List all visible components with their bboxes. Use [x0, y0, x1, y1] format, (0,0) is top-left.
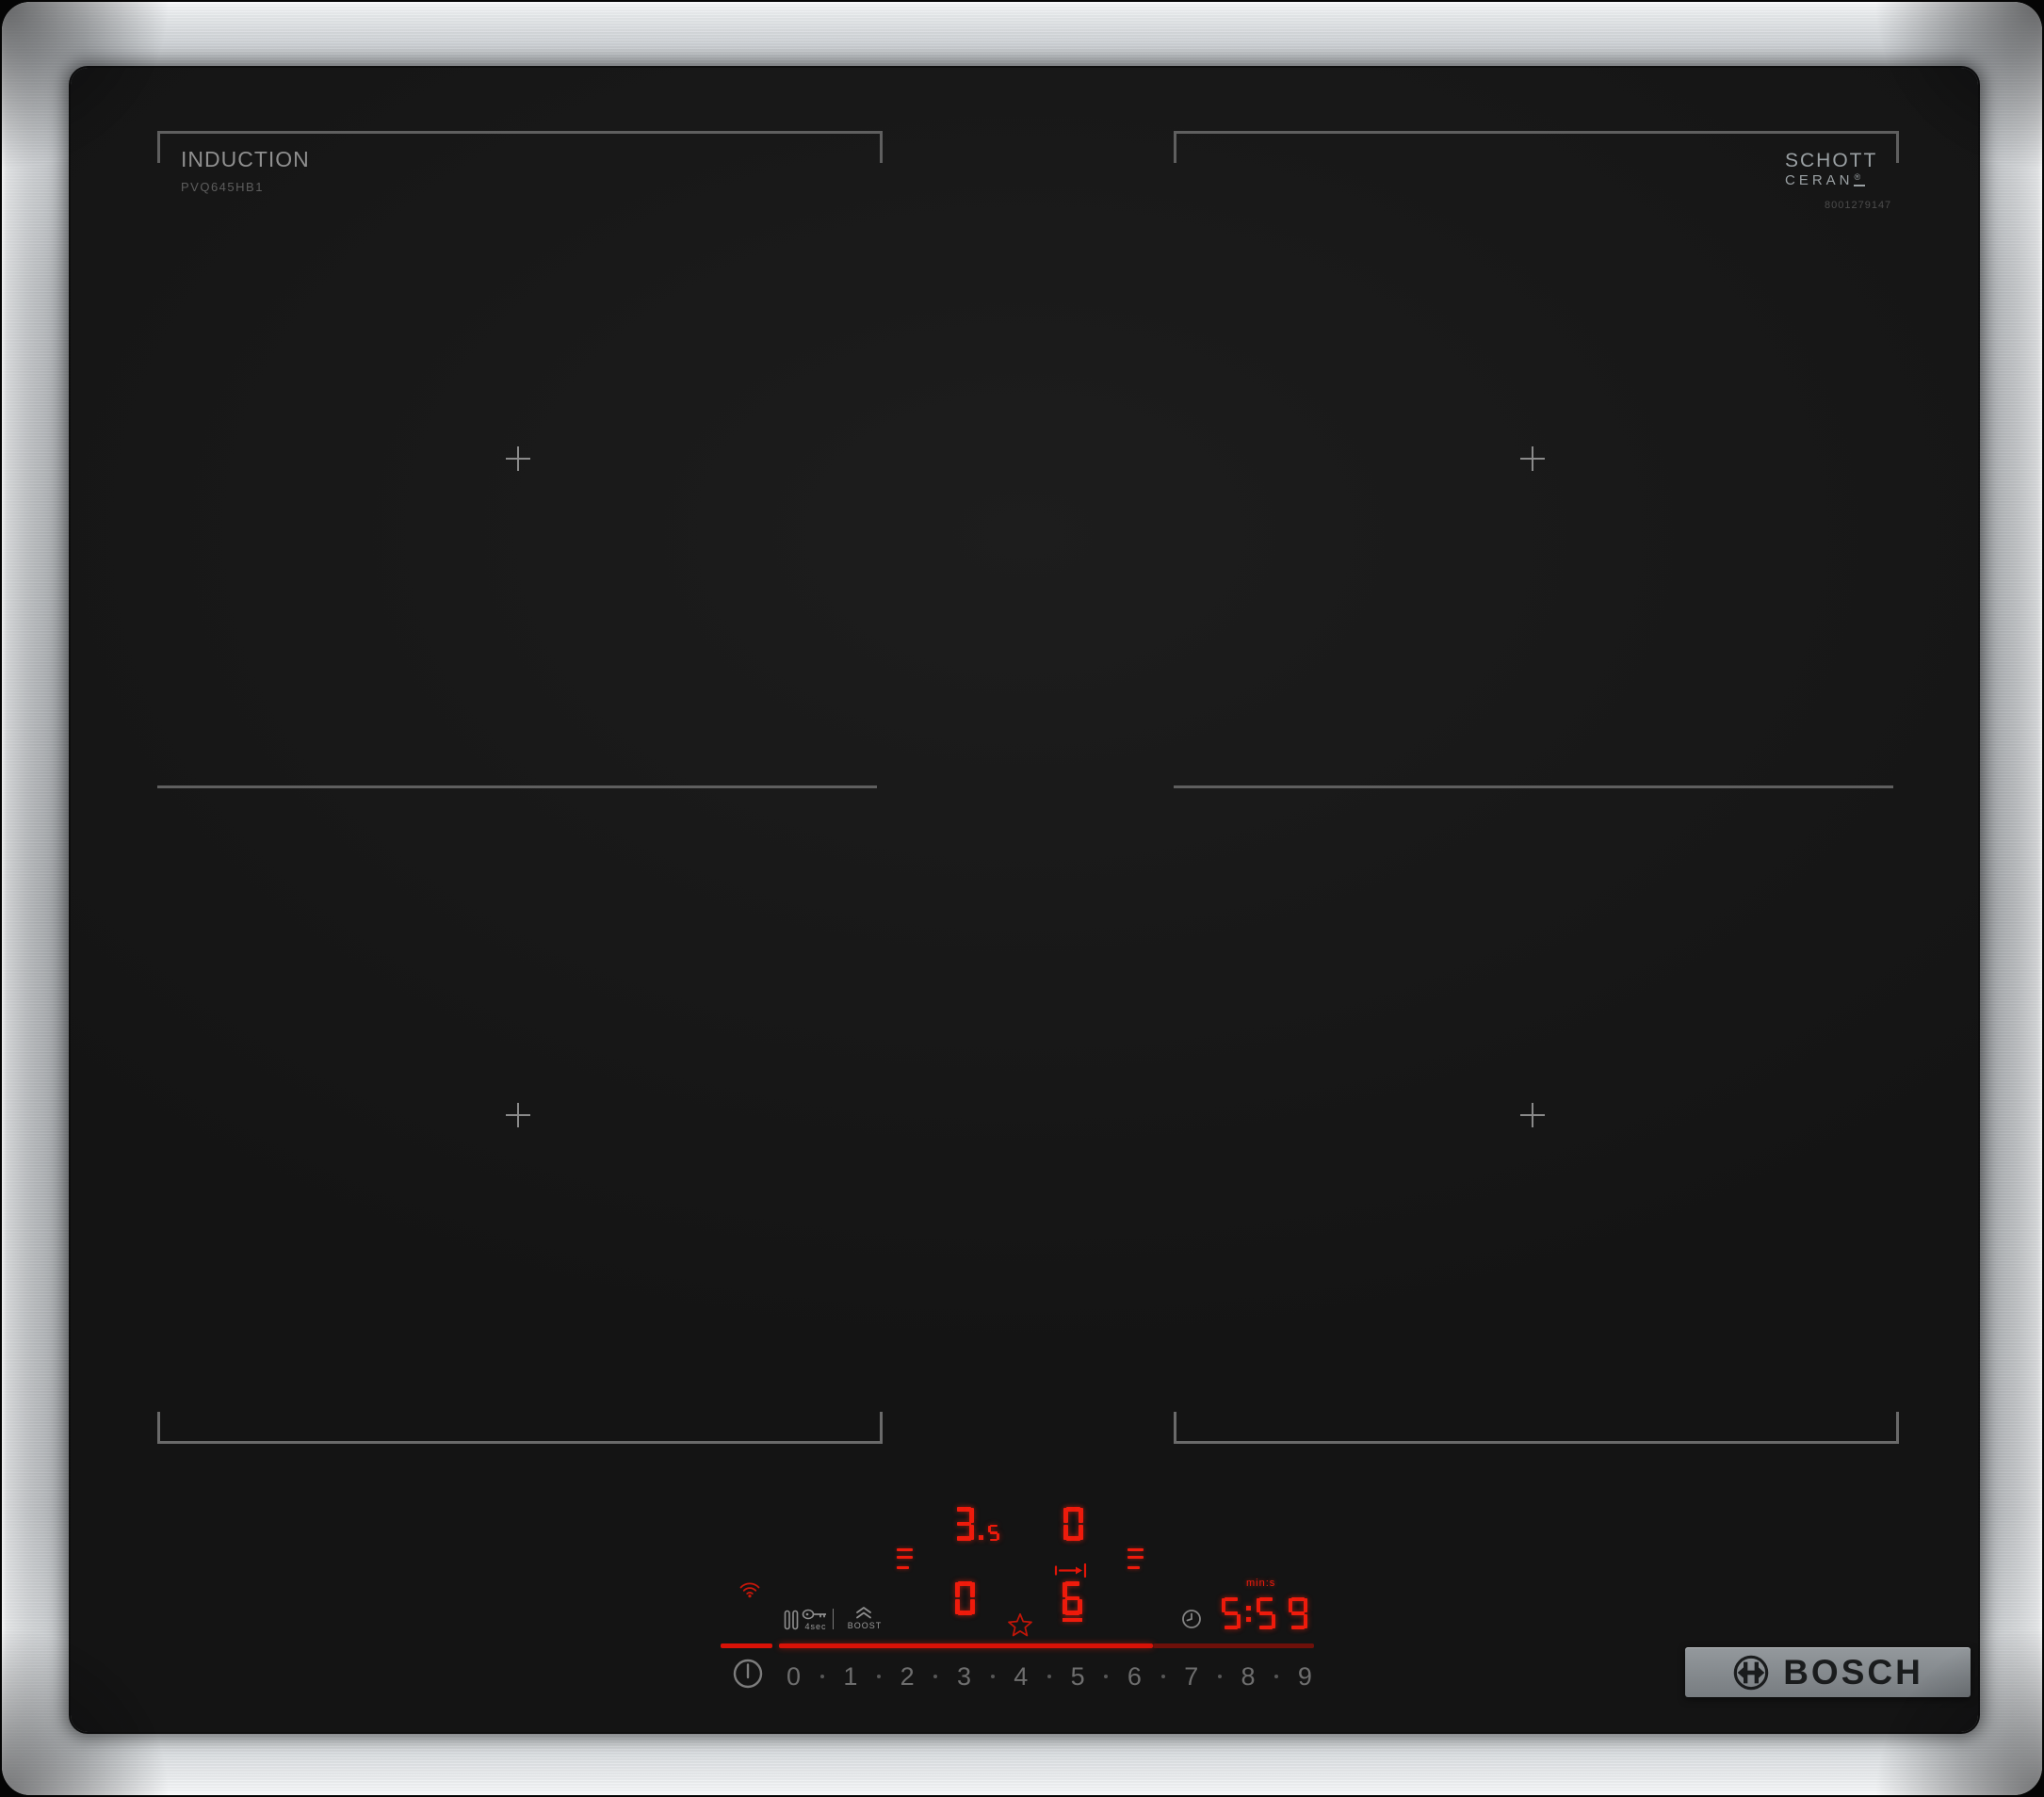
power-level-6[interactable]: 6 — [1127, 1662, 1142, 1692]
slider-line-inactive[interactable] — [1153, 1643, 1314, 1648]
star-icon[interactable] — [1007, 1612, 1033, 1638]
glass-surface: INDUCTION PVQ645HB1 SCHOTT CERAN® 800127… — [71, 68, 1978, 1732]
arrow-to-bar-icon — [1054, 1563, 1087, 1578]
slider-dot — [1217, 1675, 1222, 1678]
slider-line-start — [721, 1643, 772, 1648]
glass-brand-line2: CERAN® — [1785, 172, 1866, 188]
power-icon[interactable] — [732, 1658, 764, 1690]
zone-marker-front-right — [1174, 1412, 1899, 1444]
display-rear-left-level[interactable] — [954, 1507, 999, 1541]
selected-zone-underline — [1063, 1618, 1082, 1622]
power-level-9[interactable]: 9 — [1298, 1662, 1312, 1692]
glass-brand: SCHOTT CERAN® — [1785, 151, 1898, 187]
display-front-right-level[interactable] — [1063, 1581, 1082, 1615]
power-level-slider[interactable]: 0 1 2 3 4 5 6 7 8 9 — [787, 1661, 1312, 1692]
power-level-3[interactable]: 3 — [957, 1662, 971, 1692]
timer-unit-label: min:s — [1246, 1578, 1276, 1589]
pause-hold-label: 4sec — [804, 1622, 827, 1631]
zone-divider-right — [1174, 785, 1893, 788]
brand-badge: BOSCH — [1685, 1647, 1971, 1697]
power-level-2[interactable]: 2 — [900, 1662, 915, 1692]
slider-line-active[interactable] — [779, 1643, 1153, 1648]
slider-dot — [1046, 1675, 1051, 1678]
display-timer[interactable] — [1222, 1597, 1307, 1629]
zone-center-cross-front-right — [1520, 1103, 1545, 1127]
power-level-1[interactable]: 1 — [843, 1662, 857, 1692]
zone-center-cross-rear-left — [506, 446, 530, 471]
slider-dot — [1104, 1675, 1109, 1678]
boost-label: BOOST — [847, 1621, 883, 1630]
power-level-5[interactable]: 5 — [1071, 1662, 1085, 1692]
zone-divider-left — [157, 785, 877, 788]
zone-indicator-left-dashes-icon — [897, 1548, 913, 1569]
type-label: INDUCTION — [181, 147, 310, 171]
slider-dot — [1274, 1675, 1279, 1678]
product-photo: INDUCTION PVQ645HB1 SCHOTT CERAN® 800127… — [0, 0, 2044, 1797]
control-divider — [833, 1609, 834, 1629]
brand-name: BOSCH — [1783, 1652, 1923, 1692]
slider-dot — [933, 1675, 938, 1678]
slider-dot — [819, 1675, 824, 1678]
zone-center-cross-front-left — [506, 1103, 530, 1127]
display-front-left-level[interactable] — [955, 1581, 975, 1615]
power-level-4[interactable]: 4 — [1014, 1662, 1028, 1692]
power-level-7[interactable]: 7 — [1184, 1662, 1198, 1692]
model-number: PVQ645HB1 — [181, 180, 264, 194]
display-rear-right-level[interactable] — [1063, 1507, 1083, 1541]
glass-brand-line1: SCHOTT — [1785, 150, 1878, 171]
slider-dot — [990, 1675, 995, 1678]
key-icon[interactable] — [802, 1607, 828, 1622]
power-level-8[interactable]: 8 — [1241, 1662, 1256, 1692]
power-level-0[interactable]: 0 — [787, 1662, 801, 1692]
slider-dot — [1160, 1675, 1165, 1678]
slider-dot — [876, 1675, 881, 1678]
clock-icon[interactable] — [1181, 1609, 1202, 1629]
print-number: 8001279147 — [1825, 200, 1892, 211]
cooktop-steel-frame: INDUCTION PVQ645HB1 SCHOTT CERAN® 800127… — [2, 2, 2042, 1795]
wifi-icon — [739, 1582, 760, 1598]
zone-indicator-right-dashes-icon — [1127, 1548, 1144, 1569]
pause-icon[interactable] — [784, 1610, 799, 1630]
zone-center-cross-rear-right — [1520, 446, 1545, 471]
bosch-armature-icon — [1733, 1655, 1769, 1690]
zone-marker-front-left — [157, 1412, 883, 1444]
double-chevron-up-icon[interactable] — [854, 1606, 873, 1619]
registered-mark: ® — [1853, 173, 1866, 186]
